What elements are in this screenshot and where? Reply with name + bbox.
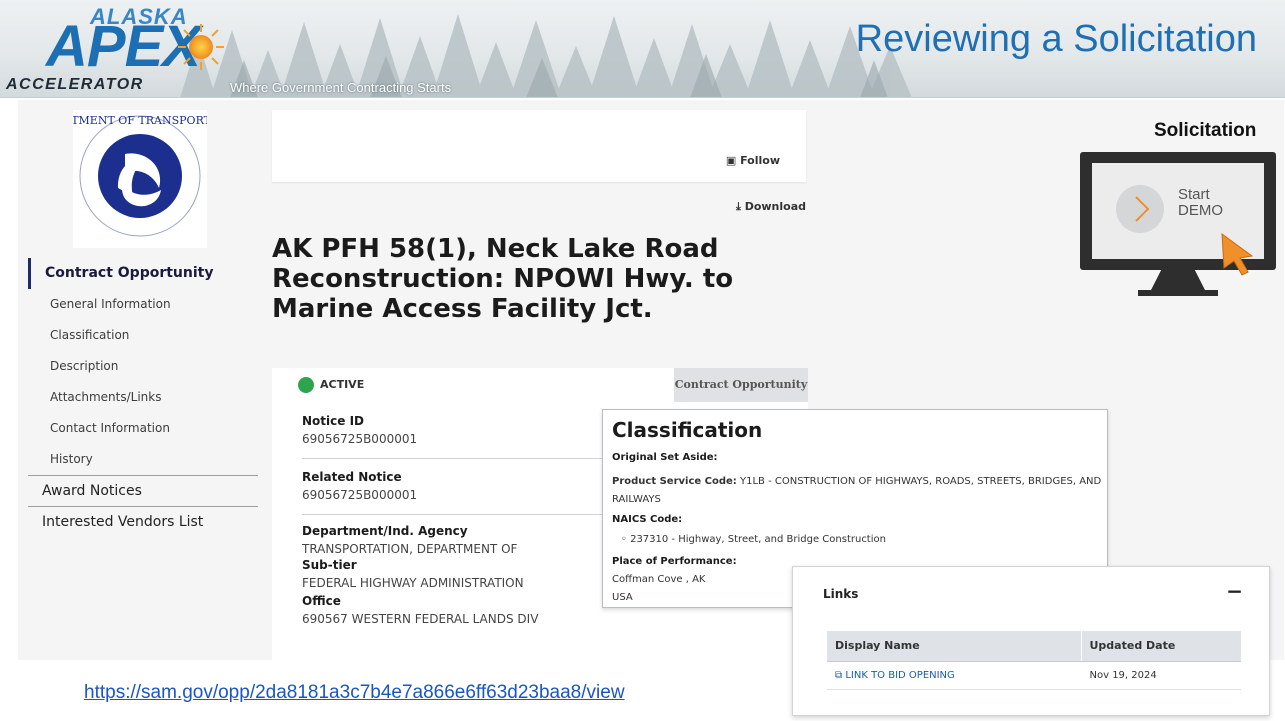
sam-gov-url-link[interactable]: https://sam.gov/opp/2da8181a3c7b4e7a866e… <box>84 682 625 704</box>
table-header-row: Display Name Updated Date <box>827 631 1241 662</box>
notice-id-label: Notice ID <box>302 414 364 428</box>
place-of-performance-label: Place of Performance: <box>612 556 737 567</box>
sidebar-item-history[interactable]: History <box>28 444 258 475</box>
set-aside-label: Original Set Aside: <box>612 452 718 463</box>
divider <box>302 458 602 459</box>
table-row: ⧉ LINK TO BID OPENING Nov 19, 2024 <box>827 661 1241 690</box>
naics-label: NAICS Code: <box>612 514 683 525</box>
sidebar-item-contract-opportunity[interactable]: Contract Opportunity <box>28 258 258 289</box>
demo-text-line: DEMO <box>1178 202 1223 219</box>
links-title: Links <box>823 587 859 601</box>
active-status-icon <box>298 377 314 393</box>
start-demo-monitor[interactable]: Start DEMO <box>1080 152 1276 302</box>
psc-label: Product Service Code: <box>612 476 737 487</box>
slide-title: Reviewing a Solicitation <box>855 18 1257 60</box>
psc-row: Product Service Code: Y1LB - CONSTRUCTIO… <box>612 476 1101 487</box>
classification-title: Classification <box>612 418 763 442</box>
start-text-line: Start <box>1178 186 1210 203</box>
monitor-stand <box>1150 270 1206 292</box>
department-value: TRANSPORTATION, DEPARTMENT OF <box>302 542 518 556</box>
status-badge: ACTIVE <box>320 378 365 391</box>
logo-accelerator-text: ACCELERATOR <box>6 76 144 93</box>
psc-value-continued: RAILWAYS <box>612 494 661 505</box>
sidebar-item-contact-information[interactable]: Contact Information <box>28 413 258 444</box>
svg-text:DEPARTMENT OF TRANSPORTATION: DEPARTMENT OF TRANSPORTATION <box>73 114 207 127</box>
dot-seal-icon: DEPARTMENT OF TRANSPORTATION <box>73 110 207 248</box>
bid-opening-link[interactable]: ⧉ LINK TO BID OPENING <box>827 661 1081 690</box>
links-table: Display Name Updated Date ⧉ LINK TO BID … <box>827 631 1241 690</box>
subtier-label: Sub-tier <box>302 558 357 572</box>
tab-contract-opportunity[interactable]: Contract Opportunity <box>674 368 808 402</box>
place-of-performance-city: Coffman Cove , AK <box>612 574 706 585</box>
sidebar-nav: Contract Opportunity General Information… <box>28 258 258 537</box>
related-notice-value: 69056725B000001 <box>302 488 418 502</box>
tagline: Where Government Contracting Starts <box>230 80 452 95</box>
sun-icon <box>178 24 224 70</box>
start-demo-text: Start DEMO <box>1178 187 1223 219</box>
sidebar-item-classification[interactable]: Classification <box>28 320 258 351</box>
department-label: Department/Ind. Agency <box>302 524 468 538</box>
sidebar-item-general-information[interactable]: General Information <box>28 289 258 320</box>
link-label: LINK TO BID OPENING <box>845 669 955 681</box>
divider <box>302 514 602 515</box>
follow-label: Follow <box>740 154 780 167</box>
follow-button[interactable]: ▣ Follow <box>726 154 780 167</box>
solicitation-label: Solicitation <box>1154 120 1257 141</box>
naics-value: ◦ 237310 - Highway, Street, and Bridge C… <box>621 534 886 545</box>
chevron-right-icon <box>1135 196 1150 222</box>
download-label: Download <box>744 200 807 213</box>
follow-card: ▣ Follow <box>272 110 806 182</box>
apex-accelerator-logo: ALASKA APEX ACCELERATOR <box>6 4 236 96</box>
play-button-icon <box>1116 185 1164 233</box>
office-value: 690567 WESTERN FEDERAL LANDS DIV <box>302 612 539 626</box>
header-banner: ALASKA APEX ACCELERATOR Where Government… <box>0 0 1285 98</box>
sidebar-item-award-notices[interactable]: Award Notices <box>28 475 258 506</box>
office-label: Office <box>302 594 341 608</box>
subtier-value: FEDERAL HIGHWAY ADMINISTRATION <box>302 576 524 590</box>
opportunity-title: AK PFH 58(1), Neck Lake Road Reconstruct… <box>272 234 734 324</box>
link-updated-date: Nov 19, 2024 <box>1080 661 1241 690</box>
status-bar: ACTIVE Contract Opportunity <box>272 368 808 402</box>
sidebar-item-attachments-links[interactable]: Attachments/Links <box>28 382 258 413</box>
collapse-button[interactable]: − <box>1226 579 1243 603</box>
follow-icon: ▣ <box>725 154 741 167</box>
place-of-performance-country: USA <box>612 592 633 603</box>
monitor-base <box>1138 290 1218 296</box>
notice-id-value: 69056725B000001 <box>302 432 418 446</box>
links-card: Links − Display Name Updated Date ⧉ LINK… <box>792 566 1270 716</box>
column-header-display-name[interactable]: Display Name <box>827 631 1081 662</box>
sidebar-item-description[interactable]: Description <box>28 351 258 382</box>
psc-value: Y1LB - CONSTRUCTION OF HIGHWAYS, ROADS, … <box>736 476 1102 487</box>
sidebar-item-interested-vendors[interactable]: Interested Vendors List <box>28 506 258 537</box>
cursor-arrow-icon <box>1221 232 1254 276</box>
external-link-icon: ⧉ <box>835 669 846 681</box>
download-icon: ⤓ <box>736 200 745 213</box>
download-button[interactable]: ⤓ Download <box>736 200 806 214</box>
column-header-updated-date[interactable]: Updated Date <box>1080 631 1241 662</box>
related-notice-label: Related Notice <box>302 470 402 484</box>
